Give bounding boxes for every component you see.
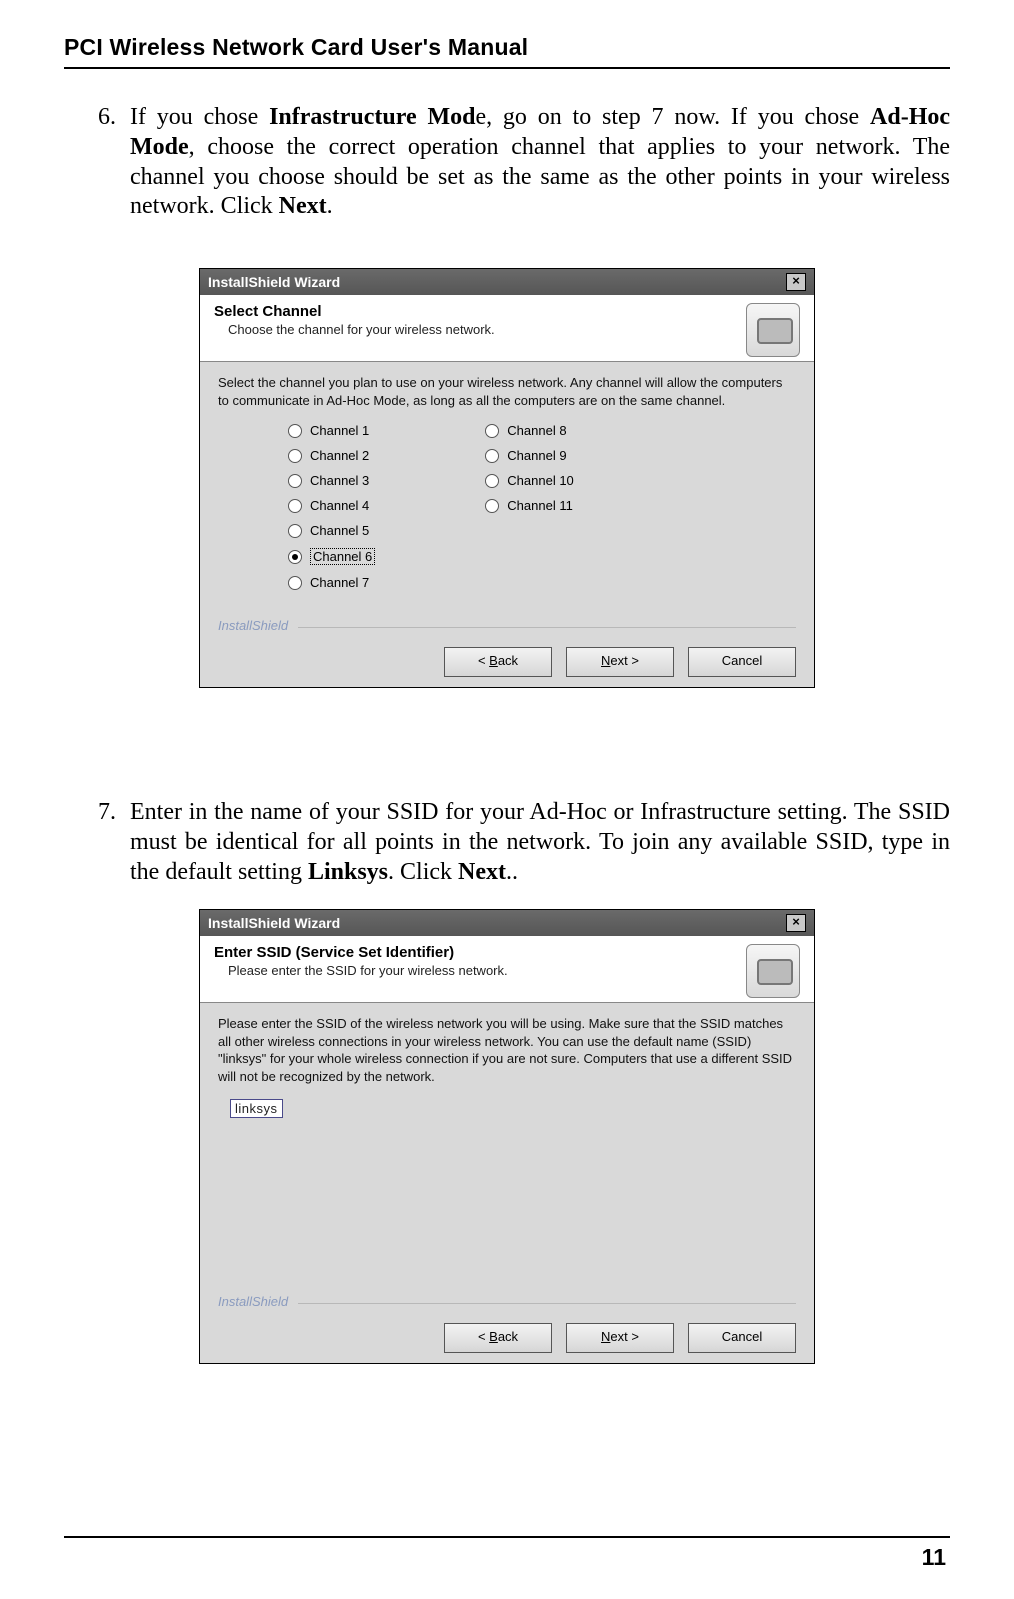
radio-channel-6[interactable]: Channel 6: [288, 548, 375, 565]
radio-label: Channel 5: [310, 523, 369, 538]
radio-channel-5[interactable]: Channel 5: [288, 523, 375, 538]
titlebar: InstallShield Wizard ×: [200, 269, 814, 295]
text: N: [601, 653, 610, 668]
radio-channel-4[interactable]: Channel 4: [288, 498, 375, 513]
radio-icon: [288, 550, 302, 564]
step-text: Enter in the name of your SSID for your …: [130, 798, 950, 887]
radio-channel-8[interactable]: Channel 8: [485, 423, 574, 438]
radio-channel-10[interactable]: Channel 10: [485, 473, 574, 488]
radio-icon: [485, 449, 499, 463]
radio-label: Channel 6: [310, 548, 375, 565]
cancel-button[interactable]: Cancel: [688, 647, 796, 677]
dialog-heading: Enter SSID (Service Set Identifier): [214, 944, 736, 961]
text: .: [327, 193, 333, 219]
page-header: PCI Wireless Network Card User's Manual: [64, 34, 950, 61]
radio-label: Channel 2: [310, 448, 369, 463]
close-icon[interactable]: ×: [786, 914, 806, 932]
radio-label: Channel 11: [507, 498, 573, 513]
dialog-subheading: Please enter the SSID for your wireless …: [228, 963, 736, 978]
text: Enter in the name of your SSID for your …: [130, 799, 950, 885]
channel-radio-group: Channel 1 Channel 2 Channel 3 Channel 4 …: [288, 423, 796, 590]
radio-icon: [288, 424, 302, 438]
divider-bottom: [64, 1536, 950, 1538]
radio-label: Channel 1: [310, 423, 369, 438]
text: B: [489, 1329, 498, 1344]
text: ack: [498, 1329, 518, 1344]
radio-label: Channel 4: [310, 498, 369, 513]
divider-top: [64, 67, 950, 69]
step-6: 6. If you chose Infrastructure Mode, go …: [64, 103, 950, 222]
radio-icon: [288, 474, 302, 488]
next-button[interactable]: Next >: [566, 1323, 674, 1353]
radio-channel-2[interactable]: Channel 2: [288, 448, 375, 463]
text: e, go on to step 7 now. If you chose: [475, 104, 870, 130]
radio-channel-9[interactable]: Channel 9: [485, 448, 574, 463]
step-7: 7. Enter in the name of your SSID for yo…: [64, 798, 950, 887]
text: ack: [498, 653, 518, 668]
radio-label: Channel 10: [507, 473, 574, 488]
screenshot-enter-ssid: InstallShield Wizard × Enter SSID (Servi…: [64, 909, 950, 1363]
term-next: Next: [458, 859, 506, 885]
dialog-description: Please enter the SSID of the wireless ne…: [218, 1015, 796, 1085]
screenshot-select-channel: InstallShield Wizard × Select Channel Ch…: [64, 268, 950, 688]
text: <: [478, 653, 489, 668]
radio-icon: [485, 474, 499, 488]
text: N: [601, 1329, 610, 1344]
step-text: If you chose Infrastructure Mode, go on …: [130, 103, 950, 222]
dialog-heading: Select Channel: [214, 303, 736, 320]
close-icon[interactable]: ×: [786, 273, 806, 291]
radio-channel-11[interactable]: Channel 11: [485, 498, 574, 513]
radio-icon: [288, 449, 302, 463]
ssid-input[interactable]: linksys: [230, 1099, 283, 1118]
term-next: Next: [279, 193, 327, 219]
text: <: [478, 1329, 489, 1344]
radio-channel-3[interactable]: Channel 3: [288, 473, 375, 488]
radio-icon: [485, 499, 499, 513]
radio-label: Channel 8: [507, 423, 566, 438]
titlebar: InstallShield Wizard ×: [200, 910, 814, 936]
window-title: InstallShield Wizard: [208, 274, 340, 290]
text: ..: [506, 859, 518, 885]
installshield-brand: InstallShield: [218, 1294, 796, 1309]
radio-icon: [485, 424, 499, 438]
dialog-description: Select the channel you plan to use on yo…: [218, 374, 796, 409]
back-button[interactable]: < Back: [444, 1323, 552, 1353]
radio-icon: [288, 524, 302, 538]
text: ext >: [610, 1329, 639, 1344]
cancel-button[interactable]: Cancel: [688, 1323, 796, 1353]
term-infrastructure: Infrastructure Mod: [269, 104, 475, 130]
window-title: InstallShield Wizard: [208, 915, 340, 931]
text: , choose the correct operation channel t…: [130, 134, 950, 220]
term-linksys: Linksys: [308, 859, 388, 885]
radio-channel-1[interactable]: Channel 1: [288, 423, 375, 438]
radio-label: Channel 9: [507, 448, 566, 463]
next-button[interactable]: Next >: [566, 647, 674, 677]
text: . Click: [388, 859, 458, 885]
text: B: [489, 653, 498, 668]
step-number: 7.: [64, 798, 130, 887]
step-number: 6.: [64, 103, 130, 222]
text: ext >: [610, 653, 639, 668]
radio-icon: [288, 576, 302, 590]
radio-label: Channel 3: [310, 473, 369, 488]
page-number: 11: [64, 1544, 950, 1571]
dialog-subheading: Choose the channel for your wireless net…: [228, 322, 736, 337]
installshield-brand: InstallShield: [218, 618, 796, 633]
text: If you chose: [130, 104, 269, 130]
radio-icon: [288, 499, 302, 513]
radio-channel-7[interactable]: Channel 7: [288, 575, 375, 590]
radio-label: Channel 7: [310, 575, 369, 590]
back-button[interactable]: < Back: [444, 647, 552, 677]
wizard-icon: [746, 944, 800, 998]
wizard-icon: [746, 303, 800, 357]
